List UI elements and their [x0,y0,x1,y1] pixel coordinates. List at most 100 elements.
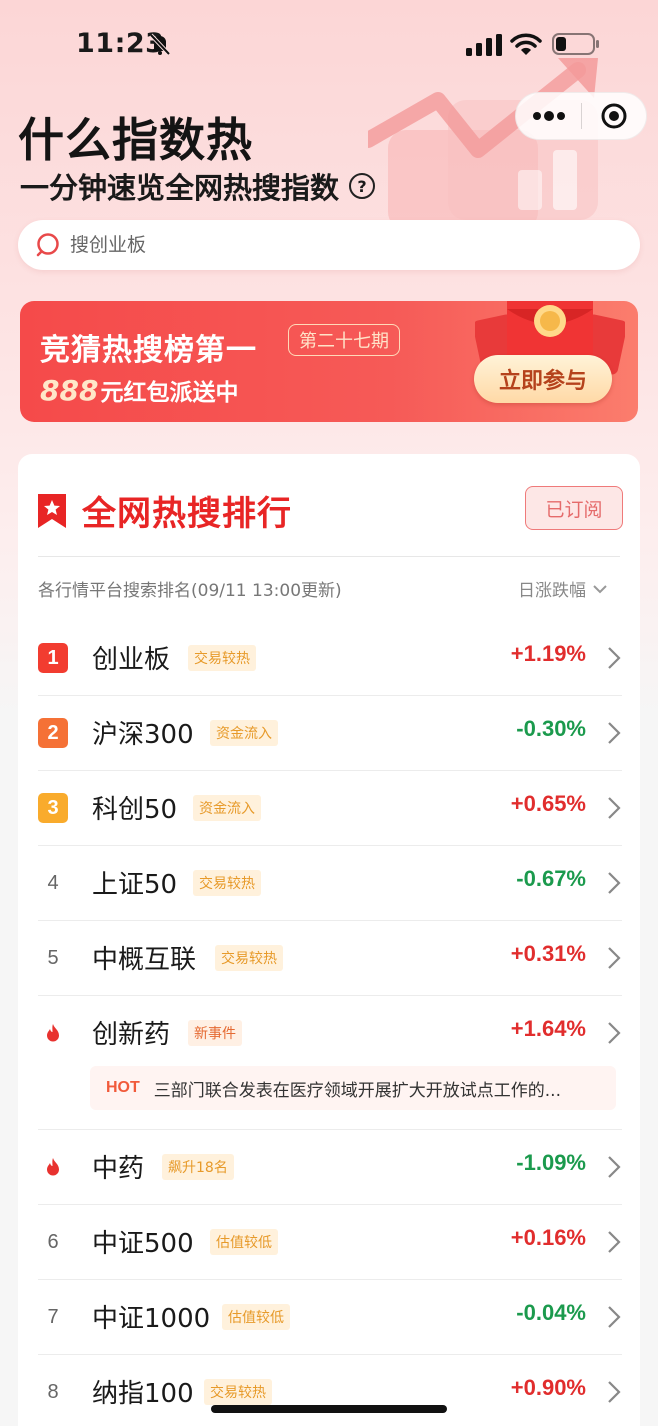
chevron-right-icon [608,1022,621,1044]
change-percent: +0.65% [510,791,586,816]
index-name: 沪深300 [92,720,194,750]
rank-number: 4 [47,871,59,894]
change-percent: -0.67% [516,866,586,891]
join-now-button[interactable]: 立即参与 [474,355,612,403]
search-icon [36,233,59,257]
rank-flame [38,1152,68,1182]
ranking-update-info: 各行情平台搜索排名(09/11 13:00更新) [38,581,342,601]
change-percent: +1.19% [510,641,586,666]
bookmark-star-icon [38,493,66,528]
home-indicator[interactable] [211,1405,447,1413]
hot-news-box[interactable]: HOT 三部门联合发表在医疗领域开展扩大开放试点工作的... [90,1066,616,1110]
cellular-signal-icon [466,34,502,56]
chevron-right-icon [608,947,621,969]
ranking-title: 全网热搜排行 [82,494,292,534]
status-bar: 11:23 [0,0,658,90]
index-name: 中药 [92,1154,145,1184]
ranking-header: 全网热搜排行 [38,486,292,535]
index-name: 创新药 [92,1020,171,1050]
rank-badge: 1 [38,643,68,673]
change-percent: -0.30% [516,716,586,741]
index-tag: 估值较低 [222,1304,290,1330]
index-tag: 资金流入 [193,795,261,821]
ranking-row-hot[interactable]: 创新药 新事件 +1.64% HOT 三部门联合发表在医疗领域开展扩大开放试点工… [38,996,622,1130]
chevron-right-icon [608,722,621,744]
reward-text: 元红包派送中 [100,380,239,406]
subtitle-text: 一分钟速览全网热搜指数 [20,171,340,205]
index-tag: 交易较热 [215,945,283,971]
ranking-row[interactable]: 1 创业板 交易较热 +1.19% [38,621,622,696]
change-percent: +0.16% [510,1225,586,1250]
rank-number: 7 [47,1305,59,1328]
banner-issue-badge: 第二十七期 [288,324,400,356]
banner-reward-text: 888元红包派送中 [40,373,238,407]
sort-label: 日涨跌幅 [518,581,586,601]
change-percent: -1.09% [516,1150,586,1175]
index-name: 上证50 [92,870,178,900]
rank-number: 8 [47,1380,59,1403]
hot-search-ranking-card: 全网热搜排行 已订阅 各行情平台搜索排名(09/11 13:00更新) 日涨跌幅… [18,454,640,1426]
page-subtitle: 一分钟速览全网热搜指数 ? [20,165,376,207]
chevron-right-icon [608,1381,621,1403]
ranking-row[interactable]: 7 中证1000 估值较低 -0.04% [38,1280,622,1355]
chevron-right-icon [608,647,621,669]
battery-low-icon [552,33,599,55]
index-tag: 交易较热 [188,645,256,671]
search-bar[interactable] [18,220,640,270]
flame-icon [47,1024,59,1042]
change-percent: +1.64% [510,1016,586,1041]
ranking-row[interactable]: 3 科创50 资金流入 +0.65% [38,771,622,846]
page-title: 什么指数热 [18,113,253,167]
index-name: 中概互联 [92,945,197,975]
rank-number: 6 [47,1230,59,1253]
index-tag: 新事件 [188,1020,242,1046]
ranking-row[interactable]: 4 上证50 交易较热 -0.67% [38,846,622,921]
ranking-row[interactable]: 6 中证500 估值较低 +0.16% [38,1205,622,1280]
rank-flame [38,1018,68,1048]
index-name: 创业板 [92,645,171,675]
search-input[interactable] [70,234,550,256]
bell-muted-icon [149,33,171,56]
wifi-icon [510,33,542,55]
index-tag: 交易较热 [204,1379,272,1405]
promo-banner[interactable]: 竞猜热搜榜第一 第二十七期 888元红包派送中 立即参与 [20,301,638,422]
header-divider [38,556,620,557]
sort-dropdown[interactable]: 日涨跌幅 [518,576,608,601]
chevron-right-icon [608,1231,621,1253]
chevron-down-icon [593,584,607,593]
index-name: 中证1000 [92,1304,211,1334]
help-icon[interactable]: ? [349,173,376,199]
chevron-right-icon [608,797,621,819]
chevron-right-icon [608,1156,621,1178]
hot-news-text: 三部门联合发表在医疗领域开展扩大开放试点工作的... [153,1080,561,1101]
change-percent: +0.31% [510,941,586,966]
change-percent: -0.04% [516,1300,586,1325]
subscribed-button[interactable]: 已订阅 [525,486,623,530]
ranking-row[interactable]: 8 纳指100 交易较热 +0.90% [38,1355,622,1426]
target-circle-icon [601,103,627,129]
index-name: 中证500 [92,1229,194,1259]
banner-title: 竞猜热搜榜第一 [40,333,257,368]
hot-label: HOT [106,1079,140,1096]
reward-amount: 888 [40,374,99,407]
rank-badge: 3 [38,793,68,823]
close-mini-program-button[interactable] [582,92,646,140]
index-tag: 估值较低 [210,1229,278,1255]
more-options-button[interactable] [516,92,581,140]
index-tag: 交易较热 [193,870,261,896]
chevron-right-icon [608,872,621,894]
flame-icon [47,1158,59,1176]
change-percent: +0.90% [510,1375,586,1400]
rank-badge: 2 [38,718,68,748]
index-tag: 飙升18名 [162,1154,234,1180]
more-dots-icon [532,111,565,121]
rank-number: 5 [47,946,59,969]
index-name: 纳指100 [92,1379,194,1409]
index-tag: 资金流入 [210,720,278,746]
ranking-row[interactable]: 5 中概互联 交易较热 +0.31% [38,921,622,996]
index-name: 科创50 [92,795,178,825]
ranking-row[interactable]: 2 沪深300 资金流入 -0.30% [38,696,622,771]
mini-program-capsule [515,92,647,140]
chevron-right-icon [608,1306,621,1328]
ranking-row[interactable]: 中药 飙升18名 -1.09% [38,1130,622,1205]
